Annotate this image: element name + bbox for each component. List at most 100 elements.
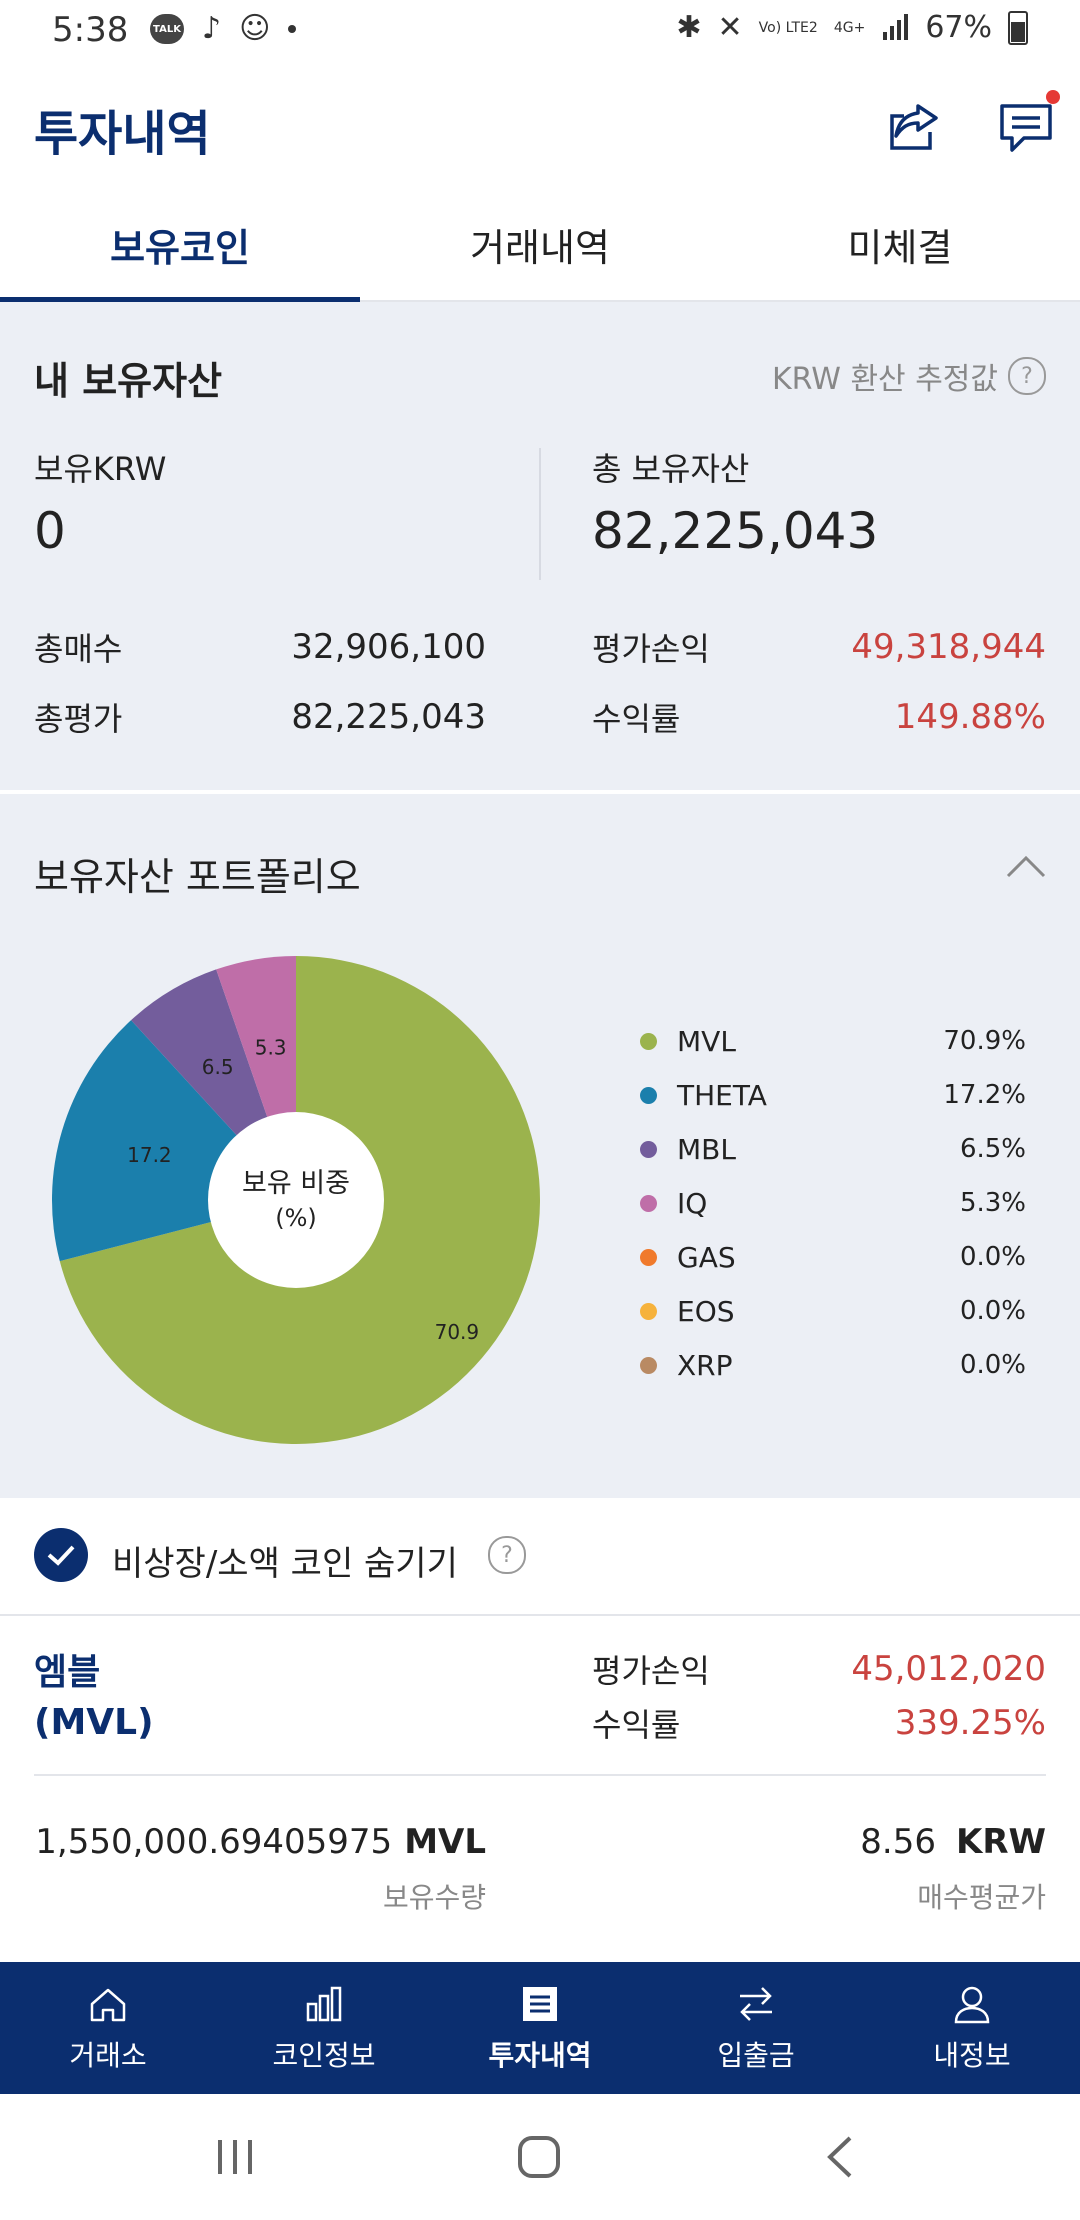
total-eval-label: 총평가 (34, 700, 123, 738)
notification-icons: TALK ♪ ☺ (150, 11, 297, 46)
coin-quantity: 1,550,000.69405975 MVL (35, 1822, 486, 1862)
transfer-icon (740, 1987, 772, 2021)
legend-item-xrp: XRP 0.0% (640, 1338, 1026, 1392)
help-icon[interactable]: ? (1008, 357, 1046, 395)
legend-swatch (640, 1194, 657, 1212)
portfolio-donut-chart: 보유 비중 (%) 70.9 17.2 6.5 5.3 (52, 956, 540, 1444)
legend-name: MBL (677, 1132, 736, 1166)
legend-pct: 70.9% (943, 1026, 1026, 1056)
donut-label-mvl: 70.9 (435, 1320, 480, 1344)
bluetooth-icon: ✱ (676, 9, 702, 45)
coin-avg-price-unit: KRW (955, 1822, 1046, 1862)
return-value: 149.88% (894, 697, 1046, 737)
coin-pnl-value: 45,012,020 (851, 1649, 1046, 1689)
recent-apps-icon[interactable] (210, 2132, 260, 2182)
total-buy-row: 총매수 32,906,100 (34, 624, 486, 670)
coin-name-block: 엠블 (MVL) (34, 1648, 154, 1748)
hide-small-help-icon[interactable]: ? (488, 1536, 526, 1574)
hide-small-checkbox[interactable] (34, 1528, 88, 1582)
nav-investments-label: 투자내역 (488, 2039, 592, 2072)
page-title: 투자내역 (34, 106, 211, 162)
legend-name: THETA (677, 1078, 767, 1112)
coin-card[interactable]: 엠블 (MVL) 평가손익 45,012,020 수익률 339.25% 1,5… (0, 1616, 1080, 1962)
mute-icon: ✕ (717, 9, 743, 45)
krw-holdings: 보유KRW 0 (34, 444, 484, 560)
total-assets: 총 보유자산 82,225,043 (592, 444, 1046, 560)
nav-my-info[interactable]: 내정보 (864, 1962, 1080, 2094)
donut-label-iq: 5.3 (255, 1036, 287, 1060)
legend-pct: 0.0% (959, 1242, 1026, 1272)
krw-estimate-note[interactable]: KRW 환산 추정값 ? (772, 354, 1046, 398)
chevron-up-icon[interactable] (1006, 852, 1046, 882)
portfolio-section: 보유자산 포트폴리오 보유 비중 (%) 70.9 17.2 6.5 5.3 MVL 7… (0, 794, 1080, 1498)
home-icon (90, 1988, 126, 2022)
tab-holdings[interactable]: 보유코인 (0, 188, 360, 302)
coin-avg-price-label: 매수평균가 (917, 1881, 1046, 1914)
donut-center-label: 보유 비중 (242, 1168, 350, 1199)
legend-swatch (640, 1086, 657, 1104)
coin-pnl-row: 평가손익 45,012,020 (592, 1646, 1046, 1692)
total-buy-label: 총매수 (34, 630, 123, 668)
portfolio-title: 보유자산 포트폴리오 (34, 855, 361, 899)
portfolio-legend: MVL 70.9% THETA 17.2% MBL 6.5% IQ 5.3% GAS 0.0% EO… (640, 1014, 1026, 1392)
legend-pct: 17.2% (943, 1080, 1026, 1110)
legend-pct: 0.0% (959, 1296, 1026, 1326)
bottom-nav: 거래소 코인정보 투자내역 입출금 내정보 (0, 1962, 1080, 2094)
pnl-label: 평가손익 (592, 630, 710, 668)
signal-icon (883, 13, 909, 40)
nav-deposit-withdraw[interactable]: 입출금 (648, 1962, 864, 2094)
krw-label: 보유KRW (34, 450, 167, 488)
donut-label-theta: 17.2 (127, 1143, 172, 1167)
messages-button[interactable] (996, 90, 1060, 158)
hide-small-label: 비상장/소액 코인 숨기기 (112, 1544, 458, 1584)
legend-swatch (640, 1356, 657, 1374)
donut-label-mbl: 6.5 (202, 1055, 234, 1079)
divider (539, 448, 541, 580)
tab-transactions[interactable]: 거래내역 (360, 188, 720, 300)
more-notifications-icon (288, 25, 297, 33)
legend-pct: 5.3% (959, 1188, 1026, 1218)
status-time: 5:38 (52, 10, 129, 50)
legend-item-gas: GAS 0.0% (640, 1230, 1026, 1284)
nav-coin-info-label: 코인정보 (272, 2039, 376, 2072)
return-row: 수익률 149.88% (592, 694, 1046, 740)
bar-chart-icon (306, 1986, 342, 2022)
legend-name: IQ (677, 1186, 708, 1220)
tab-unfilled[interactable]: 미체결 (720, 188, 1080, 300)
home-button-icon[interactable] (514, 2132, 564, 2182)
nav-coin-info[interactable]: 코인정보 (216, 1962, 432, 2094)
legend-swatch (640, 1140, 657, 1158)
legend-item-theta: THETA 17.2% (640, 1068, 1026, 1122)
coin-pnl-label: 평가손익 (592, 1652, 710, 1690)
coin-quantity-label: 보유수량 (382, 1881, 486, 1914)
pnl-row: 평가손익 49,318,944 (592, 624, 1046, 670)
my-assets-section: 내 보유자산 KRW 환산 추정값 ? 보유KRW 0 총 보유자산 82,22… (0, 302, 1080, 790)
total-assets-value: 82,225,043 (592, 502, 879, 560)
music-note-icon: ♪ (202, 11, 222, 46)
document-icon (523, 1987, 557, 2021)
network-label: Vo) LTE2 (758, 19, 818, 36)
battery-icon (1008, 10, 1028, 45)
legend-swatch (640, 1302, 657, 1320)
nav-deposit-withdraw-label: 입출금 (717, 2039, 795, 2072)
nav-exchange[interactable]: 거래소 (0, 1962, 216, 2094)
total-buy-value: 32,906,100 (291, 627, 486, 667)
hide-small-coins-row[interactable]: 비상장/소액 코인 숨기기 ? (0, 1498, 1080, 1616)
checkmark-icon (47, 1545, 75, 1566)
legend-item-iq: IQ 5.3% (640, 1176, 1026, 1230)
status-bar: 5:38 TALK ♪ ☺ ✱ ✕ Vo) LTE2 4G+ 67% (0, 0, 1080, 68)
nav-investments[interactable]: 투자내역 (432, 1962, 648, 2094)
share-button[interactable] (884, 96, 946, 158)
person-icon (954, 1986, 990, 2024)
share-icon (890, 104, 938, 150)
donut-center-unit: (%) (275, 1204, 317, 1232)
coin-return-value: 339.25% (894, 1703, 1046, 1743)
coin-symbol: (MVL) (34, 1702, 154, 1743)
legend-item-mvl: MVL 70.9% (640, 1014, 1026, 1068)
nav-exchange-label: 거래소 (69, 2039, 147, 2072)
legend-name: MVL (677, 1024, 736, 1058)
legend-item-eos: EOS 0.0% (640, 1284, 1026, 1338)
back-icon[interactable] (816, 2132, 866, 2182)
app-header: 투자내역 (0, 68, 1080, 188)
coin-return-label: 수익률 (592, 1706, 681, 1744)
